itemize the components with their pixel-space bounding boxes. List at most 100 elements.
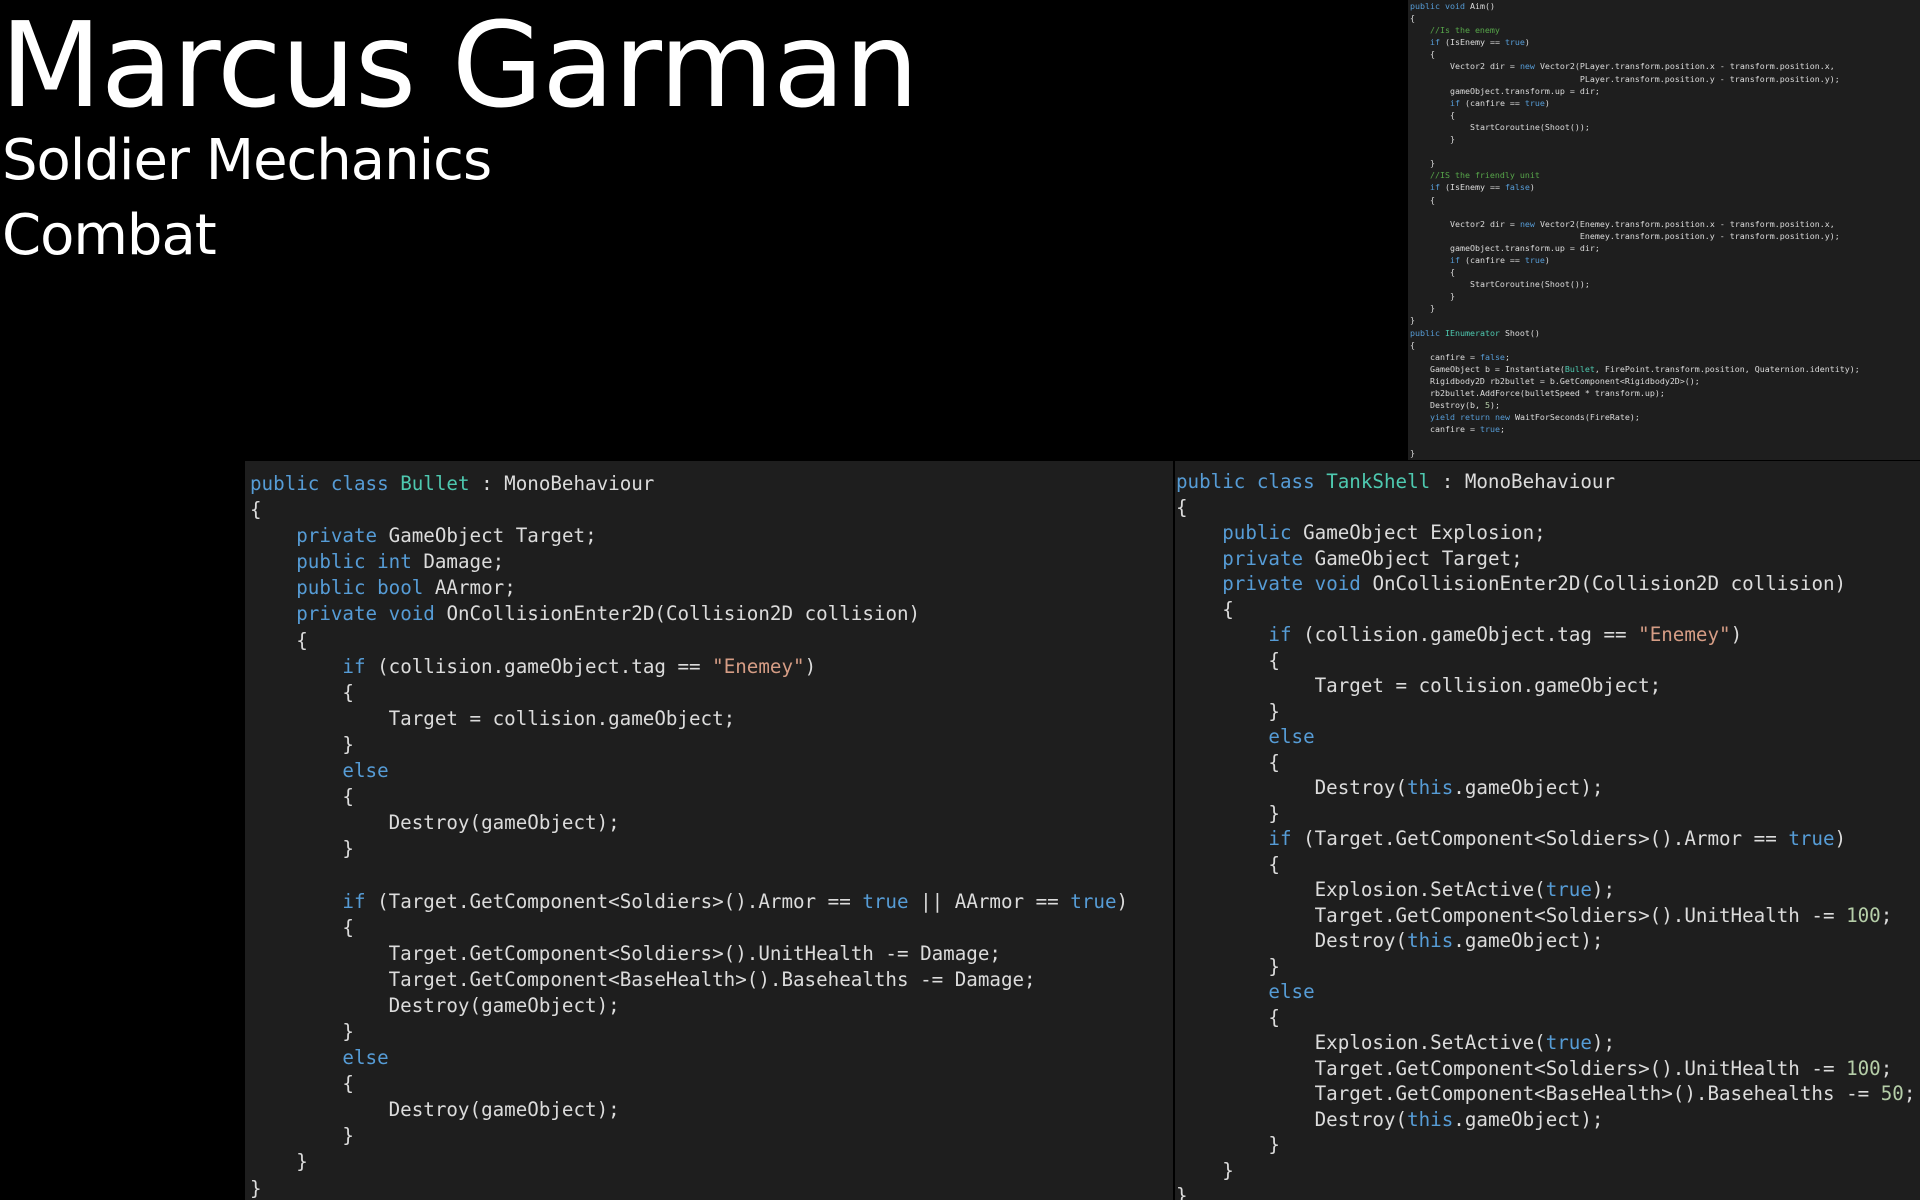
code-line: else [342, 759, 389, 783]
code-line: { [250, 680, 354, 704]
code-line: { [1176, 1005, 1280, 1029]
code-line: public IEnumerator Shoot() [1410, 327, 1540, 338]
code-line: if (canfire == true) [1449, 254, 1550, 265]
code-line: } [1176, 1184, 1188, 1200]
code-line: private void OnCollisionEnter2D(Collisio… [296, 602, 921, 626]
code-line: Enemey.transform.position.y - transform.… [1579, 230, 1840, 241]
code-line: Target.GetComponent<BaseHealth>().Basehe… [1314, 1082, 1916, 1105]
code-panel-tankshell: public class TankShell : MonoBehaviour{ … [1175, 461, 1920, 1200]
code-line: { [1176, 495, 1188, 519]
code-line: { [1410, 267, 1455, 278]
code-line: { [250, 498, 262, 522]
code-line: } [250, 837, 354, 861]
code-line: public GameObject Explosion; [1222, 521, 1546, 544]
code-line: } [1410, 134, 1455, 145]
code-line: { [250, 785, 354, 809]
code-line: Target.GetComponent<Soldiers>().UnitHeal… [1314, 1056, 1893, 1080]
code-line: { [250, 915, 354, 939]
code-line: if (collision.gameObject.tag == "Enemey"… [342, 654, 817, 678]
code-line: } [250, 732, 354, 756]
code-line: { [1176, 852, 1280, 876]
code-line: Destroy(gameObject); [388, 811, 620, 835]
code-line: } [250, 1176, 262, 1200]
code-line: canfire = false; [1429, 351, 1510, 362]
code-line: public bool AArmor; [296, 576, 516, 600]
code-line: private GameObject Target; [1222, 546, 1523, 570]
code-line: if (IsEnemy == false) [1429, 182, 1535, 193]
code-line: { [1410, 194, 1435, 205]
code-panel-bullet: public class Bullet : MonoBehaviour { pri… [245, 461, 1173, 1200]
code-line: Destroy(this.gameObject); [1314, 929, 1604, 952]
code-line: } [1410, 291, 1455, 302]
code-line: StartCoroutine(Shoot()); [1469, 279, 1590, 290]
code-line: { [1410, 339, 1415, 350]
code-lines: public void Aim() { //Is the enemy if (Is… [1410, 0, 1860, 460]
code-line: { [1410, 109, 1455, 120]
code-line: } [1176, 1133, 1280, 1156]
code-line: Target.GetComponent<Soldiers>().UnitHeal… [1314, 903, 1893, 927]
code-line: if (collision.gameObject.tag == "Enemey"… [1268, 623, 1743, 646]
code-lines: public class TankShell : MonoBehaviour{ … [1176, 469, 1915, 1200]
code-line: if (Target.GetComponent<Soldiers>().Armo… [342, 889, 1129, 913]
code-line: { [1410, 13, 1415, 24]
code-line: rb2bullet.AddForce(bulletSpeed * transfo… [1429, 388, 1665, 398]
code-line: Target.GetComponent<Soldiers>().UnitHeal… [388, 941, 1001, 965]
code-line: Destroy(gameObject); [388, 993, 620, 1017]
code-line: Target = collision.gameObject; [1314, 674, 1662, 697]
code-line: } [1176, 954, 1280, 978]
code-line: Explosion.SetActive(true); [1314, 878, 1616, 901]
code-line: private void OnCollisionEnter2D(Collisio… [1222, 572, 1847, 595]
code-line: public void Aim() [1410, 1, 1495, 11]
code-line: else [342, 1046, 389, 1070]
code-line: Destroy(b, 5); [1429, 400, 1500, 411]
code-line: } [1176, 699, 1280, 723]
code-line: if (IsEnemy == true) [1429, 37, 1530, 48]
code-line: public class TankShell : MonoBehaviour [1176, 470, 1616, 493]
code-line: } [250, 1150, 308, 1174]
code-line: private GameObject Target; [296, 524, 597, 548]
code-line: } [250, 1019, 354, 1043]
code-line: Destroy(gameObject); [388, 1098, 620, 1122]
code-line: Vector2 dir = new Vector2(Enemey.transfo… [1449, 218, 1835, 229]
code-lines: public class Bullet : MonoBehaviour { pri… [250, 471, 1128, 1200]
code-line: else [1268, 980, 1315, 1003]
code-line: gameObject.transform.up = dir; [1449, 85, 1600, 96]
code-line: if (canfire == true) [1449, 97, 1550, 108]
subtitle-soldier-mechanics: Soldier Mechanics [2, 128, 492, 193]
code-line: } [1176, 1158, 1234, 1182]
code-line: gameObject.transform.up = dir; [1449, 242, 1600, 253]
code-line: Explosion.SetActive(true); [1314, 1031, 1616, 1054]
code-line: Target = collision.gameObject; [388, 706, 736, 730]
code-line: } [1410, 158, 1435, 169]
code-line: GameObject b = Instantiate(Bullet, FireP… [1429, 363, 1860, 374]
code-line: Target.GetComponent<BaseHealth>().Basehe… [388, 967, 1036, 991]
code-line: { [1410, 49, 1435, 60]
code-line: } [1176, 801, 1280, 825]
code-line: PLayer.transform.position.y - transform.… [1579, 73, 1840, 84]
code-line: StartCoroutine(Shoot()); [1469, 121, 1590, 132]
code-line: } [250, 1124, 354, 1148]
code-line: Vector2 dir = new Vector2(PLayer.transfo… [1449, 61, 1835, 72]
code-line: //Is the enemy [1429, 25, 1500, 36]
subtitle-combat: Combat [2, 203, 217, 268]
code-line: canfire = true; [1429, 424, 1505, 435]
code-line: else [1268, 725, 1315, 748]
code-line: { [1176, 648, 1280, 672]
code-line: Destroy(this.gameObject); [1314, 1107, 1604, 1131]
code-line: Destroy(this.gameObject); [1314, 776, 1604, 799]
code-line: public class Bullet : MonoBehaviour [250, 472, 655, 495]
code-line: } [1410, 315, 1415, 326]
code-line: if (Target.GetComponent<Soldiers>().Armo… [1268, 827, 1847, 850]
code-line: { [1176, 597, 1234, 621]
code-line: yield return new WaitForSeconds(FireRate… [1429, 412, 1640, 423]
author-name: Marcus Garman [0, 0, 919, 134]
code-line: { [250, 1072, 354, 1096]
code-line: } [1410, 303, 1435, 314]
code-line: { [250, 628, 308, 652]
code-line: { [1176, 750, 1280, 774]
code-line: Rigidbody2D rb2bullet = b.GetComponent<R… [1429, 375, 1700, 386]
